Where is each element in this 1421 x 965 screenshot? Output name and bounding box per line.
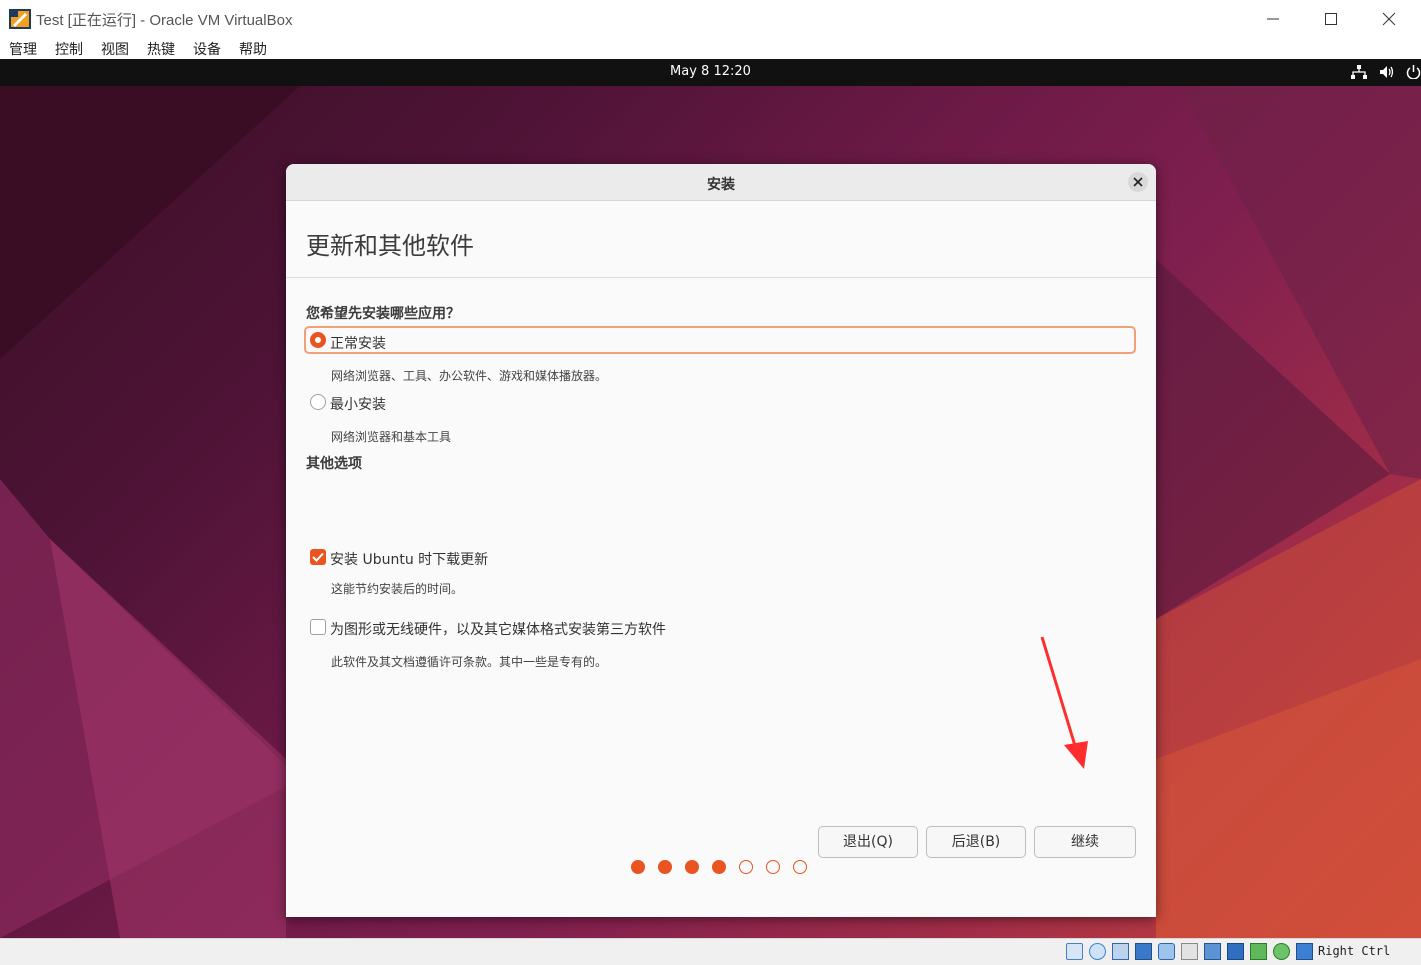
gnome-top-bar: May 8 12:20 bbox=[0, 59, 1421, 86]
minimize-icon bbox=[1267, 18, 1279, 20]
network-adapter-icon[interactable] bbox=[1135, 943, 1152, 960]
dialog-title: 安装 bbox=[707, 177, 735, 193]
third-party-label[interactable]: 为图形或无线硬件，以及其它媒体格式安装第三方软件 bbox=[330, 619, 666, 639]
install-question: 您希望先安装哪些应用？ bbox=[306, 306, 460, 322]
menu-view[interactable]: 视图 bbox=[101, 39, 129, 59]
minimal-install-label[interactable]: 最小安装 bbox=[330, 394, 386, 414]
progress-dot bbox=[685, 860, 699, 874]
volume-icon[interactable] bbox=[1379, 65, 1395, 79]
minimal-install-radio[interactable] bbox=[310, 394, 326, 410]
normal-install-radio[interactable] bbox=[310, 332, 326, 348]
back-button[interactable]: 后退(B) bbox=[926, 826, 1026, 858]
audio-icon[interactable] bbox=[1112, 943, 1129, 960]
power-icon[interactable] bbox=[1406, 65, 1421, 79]
download-updates-checkbox[interactable] bbox=[310, 549, 326, 565]
download-updates-label[interactable]: 安装 Ubuntu 时下载更新 bbox=[330, 549, 488, 569]
optical-disk-icon[interactable] bbox=[1089, 943, 1106, 960]
status-bar: Right Ctrl bbox=[0, 938, 1421, 965]
host-key-label[interactable]: Right Ctrl bbox=[1318, 944, 1390, 958]
progress-dot bbox=[739, 860, 753, 874]
minimal-install-desc: 网络浏览器和基本工具 bbox=[331, 430, 452, 444]
guest-additions-icon[interactable] bbox=[1273, 943, 1290, 960]
menubar: 管理 控制 视图 热键 设备 帮助 bbox=[0, 38, 1421, 59]
network-icon[interactable] bbox=[1351, 65, 1367, 79]
dialog-close-button[interactable] bbox=[1128, 172, 1148, 192]
normal-install-desc: 网络浏览器、工具、办公软件、游戏和媒体播放器。 bbox=[331, 369, 608, 383]
menu-control[interactable]: 控制 bbox=[55, 39, 83, 59]
window-titlebar: Test [正在运行] - Oracle VM VirtualBox bbox=[0, 0, 1421, 38]
close-icon bbox=[1382, 12, 1396, 26]
virtualbox-icon bbox=[9, 9, 31, 29]
quit-button[interactable]: 退出(Q) bbox=[818, 826, 918, 858]
menu-hotkeys[interactable]: 热键 bbox=[147, 39, 175, 59]
third-party-desc: 此软件及其文档遵循许可条款。其中一些是专有的。 bbox=[331, 655, 608, 669]
annotation-arrow bbox=[1040, 636, 1088, 769]
normal-install-label[interactable]: 正常安装 bbox=[330, 333, 386, 353]
continue-button[interactable]: 继续 bbox=[1034, 826, 1136, 858]
display-icon[interactable] bbox=[1204, 943, 1221, 960]
checkmark-icon bbox=[312, 552, 324, 562]
maximize-icon bbox=[1325, 13, 1337, 25]
maximize-button[interactable] bbox=[1308, 4, 1354, 34]
window-title: Test [正在运行] - Oracle VM VirtualBox bbox=[36, 12, 293, 29]
download-updates-desc: 这能节约安装后的时间。 bbox=[331, 582, 464, 596]
vm-screen[interactable]: May 8 12:20 安装 更新和其他软件 您希望先安装哪些应用？ 正常安装 … bbox=[0, 59, 1421, 938]
installer-dialog: 安装 更新和其他软件 您希望先安装哪些应用？ 正常安装 网络浏览器、工具、办公软… bbox=[286, 164, 1156, 917]
progress-dot bbox=[631, 860, 645, 874]
menu-machine[interactable]: 管理 bbox=[9, 39, 37, 59]
usb-icon[interactable] bbox=[1158, 943, 1175, 960]
progress-dot bbox=[712, 860, 726, 874]
close-icon bbox=[1133, 177, 1143, 187]
clock[interactable]: May 8 12:20 bbox=[0, 64, 1421, 79]
keyboard-capture-icon[interactable] bbox=[1299, 945, 1311, 957]
minimize-button[interactable] bbox=[1250, 4, 1296, 34]
page-title: 更新和其他软件 bbox=[306, 232, 474, 260]
divider bbox=[286, 277, 1156, 278]
recording-icon[interactable] bbox=[1227, 943, 1244, 960]
dialog-header: 安装 bbox=[286, 164, 1156, 201]
hard-disk-icon[interactable] bbox=[1066, 943, 1083, 960]
third-party-checkbox[interactable] bbox=[310, 619, 326, 635]
progress-dot bbox=[793, 860, 807, 874]
focus-ring bbox=[304, 326, 1136, 354]
close-button[interactable] bbox=[1366, 4, 1412, 34]
other-options-heading: 其他选项 bbox=[306, 456, 362, 472]
progress-dot bbox=[658, 860, 672, 874]
menu-devices[interactable]: 设备 bbox=[193, 39, 221, 59]
cpu-icon[interactable] bbox=[1250, 943, 1267, 960]
menu-help[interactable]: 帮助 bbox=[239, 39, 267, 59]
shared-folder-icon[interactable] bbox=[1181, 943, 1198, 960]
progress-dot bbox=[766, 860, 780, 874]
